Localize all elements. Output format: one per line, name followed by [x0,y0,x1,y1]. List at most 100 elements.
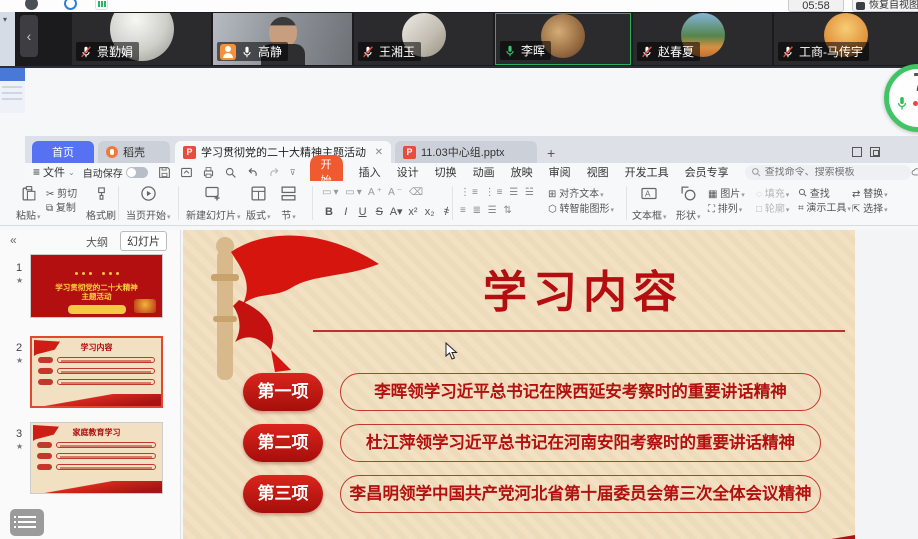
smart-graphic-icon: ⬡ [548,204,557,215]
subscript-button[interactable]: x₂ [423,206,437,218]
toggle-off-icon[interactable] [126,167,148,178]
bold-button[interactable]: B [322,206,336,218]
collapse-panel-button[interactable]: « [10,233,17,247]
replace-button[interactable]: ⇄ 替换 [852,188,888,203]
thumb-wave [32,394,161,406]
file-menu[interactable]: ≡文件⌄ [33,164,75,180]
new-slide-button[interactable]: 新建幻灯片 [186,185,241,222]
svg-text:A: A [645,190,651,199]
superscript-button[interactable]: x² [406,206,420,218]
participant-tile[interactable]: 工商-马传宇 [774,13,918,65]
cloud-icon[interactable] [911,166,918,178]
save-icon[interactable] [158,166,171,179]
brush-icon [94,185,109,202]
arrange-button[interactable]: ⛶ 排列 [708,203,745,218]
find-button[interactable]: 查找 [798,188,851,202]
slide-thumbnail-1[interactable]: 学习贯彻党的二十大精神主题活动 [30,254,163,318]
ribbon-tab-design[interactable]: 设计 [397,164,419,180]
copy-button[interactable]: ⧉ 复制 [46,202,77,216]
taskbar-app-icon[interactable] [25,0,38,10]
meeting-layout-button[interactable] [10,509,44,536]
ribbon-tab-animation[interactable]: 动画 [473,164,495,180]
animation-star-icon: ★ [16,356,23,365]
more-tools-caret-icon[interactable]: ⊽ [290,168,296,177]
font-size-controls[interactable]: ▭▾ ▭▾ A⁺ A⁻ ⌫ [322,187,425,198]
tab-slides[interactable]: 幻灯片 [120,231,167,251]
replace-select-group: ⇄ 替换 ⇱ 选择 [852,188,888,218]
main-slide[interactable]: 学习内容 第一项 李晖领学习近平总书记在陕西延安考察时的重要讲话精神 第二项 杜… [183,230,855,539]
outline-button[interactable]: □ 轮廓 [756,203,789,218]
thumb-banner [68,305,126,314]
arrange-icon: ⛶ [708,204,715,215]
ribbon-tab-transition[interactable]: 切换 [435,164,457,180]
participant-tile[interactable]: 景勤娟 [72,13,211,65]
collapse-video-strip-button[interactable]: ‹ [20,15,38,57]
new-tab-button[interactable]: + [547,145,555,161]
ribbon-tab-insert[interactable]: 插入 [359,164,381,180]
background-window-sliver: ▾ [0,12,15,68]
search-input[interactable] [765,167,905,178]
slide-thumbnail-3[interactable]: 家庭教育学习 [30,422,163,494]
italic-button[interactable]: I [339,206,353,218]
format-painter-button[interactable]: 格式刷 [86,185,116,222]
present-tools-button[interactable]: ⌗ 演示工具 [798,202,851,217]
chart-app-icon[interactable] [95,0,108,10]
ribbon-tab-slideshow[interactable]: 放映 [511,164,533,180]
layout-icon [250,185,267,202]
layout-button[interactable]: 版式 [246,185,271,222]
strike-button[interactable]: S [372,206,386,218]
export-icon[interactable] [180,166,193,179]
tab-docer[interactable]: 稻壳 [98,141,170,163]
ribbon-tab-review[interactable]: 审阅 [549,164,571,180]
paste-button[interactable]: 粘贴 [16,185,41,222]
font-color-button[interactable]: A▾ [389,205,403,218]
tab-document-2[interactable]: P11.03中心组.pptx [395,141,537,163]
print-icon[interactable] [202,166,215,179]
preview-icon[interactable] [224,166,237,179]
tab-outline[interactable]: 大纲 [86,234,108,250]
mic-muted-icon [361,45,375,59]
command-search[interactable] [745,165,911,180]
align-controls[interactable]: ≡ ≣ ☰ ⇅ [460,205,514,216]
item-text-box: 杜江萍领学习近平总书记在河南安阳考察时的重要讲话精神 [340,424,821,462]
participant-tile-speaking[interactable]: 李晖 [495,13,631,65]
undo-icon[interactable] [246,166,259,179]
participant-name: 王湘玉 [379,43,415,60]
close-tab-icon[interactable]: ✕ [375,147,383,158]
underline-button[interactable]: U [356,206,370,218]
browser-icon[interactable] [64,0,77,10]
ribbon-tab-view[interactable]: 视图 [587,164,609,180]
participant-tile[interactable]: 王湘玉 [354,13,493,65]
align-text-button[interactable]: ⊞ 对齐文本 [548,188,614,203]
section-button[interactable]: 节 [280,185,297,222]
bottom-wave-graphic [183,521,855,539]
participant-tile[interactable]: 高静 [213,13,352,65]
mic-speaking-icon [503,44,517,58]
item-label-pill: 第三项 [243,475,323,513]
restore-window-icon[interactable] [852,147,862,157]
layout-grid-icon[interactable] [870,147,880,157]
cut-button[interactable]: ✂ 剪切 [46,188,77,202]
ribbon-tab-member[interactable]: 会员专享 [685,164,729,180]
autosave-toggle[interactable]: 自动保存 [83,165,148,180]
font-style-controls: B I U S A▾ x² x₂ ҂ [322,205,453,218]
redo-icon[interactable] [268,166,281,179]
view-icon [856,2,865,10]
tab-active-document[interactable]: P 学习贯彻党的二十大精神主题活动 ✕ [175,141,391,163]
presenter-badge-icon [220,44,236,60]
ribbon-tab-devtools[interactable]: 开发工具 [625,164,669,180]
slide-thumbnail-2-selected[interactable]: 学习内容 [30,336,163,408]
picture-button[interactable]: ▦ 图片 [708,188,745,203]
play-from-current-button[interactable]: 当页开始 [126,185,171,222]
fill-button[interactable]: ◌ 填充 [756,188,789,203]
tab-home[interactable]: 首页 [32,141,94,163]
participant-tile[interactable]: 赵春夏 [633,13,772,65]
participant-name: 景勤娟 [97,43,133,60]
shapes-button[interactable]: 形状 [676,185,701,222]
textbox-button[interactable]: A 文本框 [632,185,667,222]
select-button[interactable]: ⇱ 选择 [852,203,888,218]
smart-graphic-button[interactable]: ⬡ 转智能图形 [548,203,614,218]
thumb-emblem [134,299,156,313]
list-controls[interactable]: ⋮≡ ⋮≡ ☰ ☱ [460,187,536,198]
restore-view-button[interactable]: 恢复自视图 [852,0,918,12]
